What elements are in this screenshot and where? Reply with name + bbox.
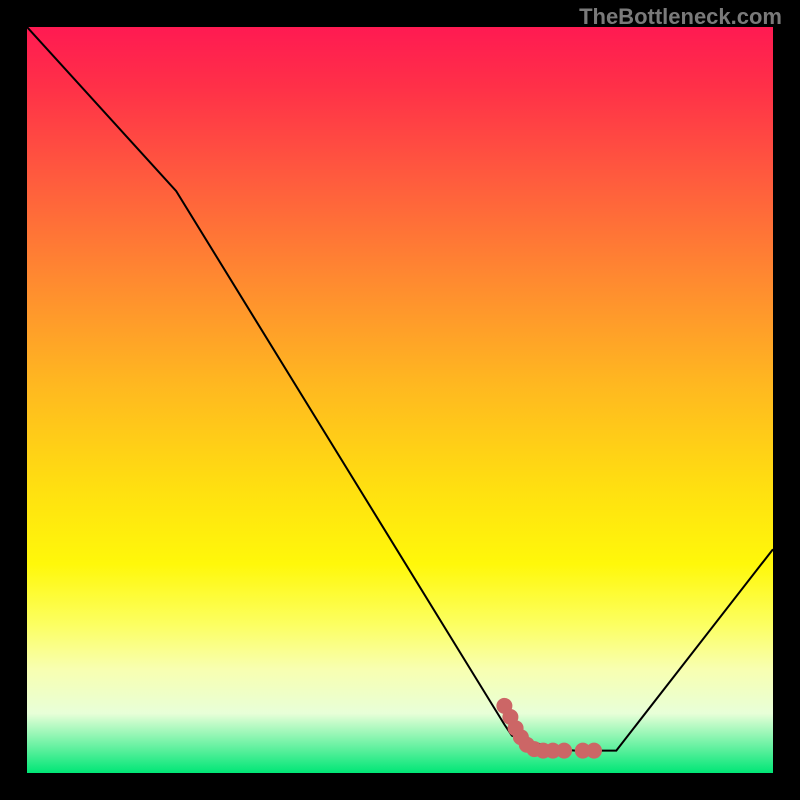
marker-dot: [556, 743, 572, 759]
marker-cluster: [496, 698, 602, 759]
marker-dot: [586, 743, 602, 759]
chart-container: TheBottleneck.com: [0, 0, 800, 800]
plot-area: [27, 27, 773, 773]
watermark-text: TheBottleneck.com: [579, 4, 782, 30]
curve-svg: [27, 27, 773, 773]
bottleneck-curve: [27, 27, 773, 751]
